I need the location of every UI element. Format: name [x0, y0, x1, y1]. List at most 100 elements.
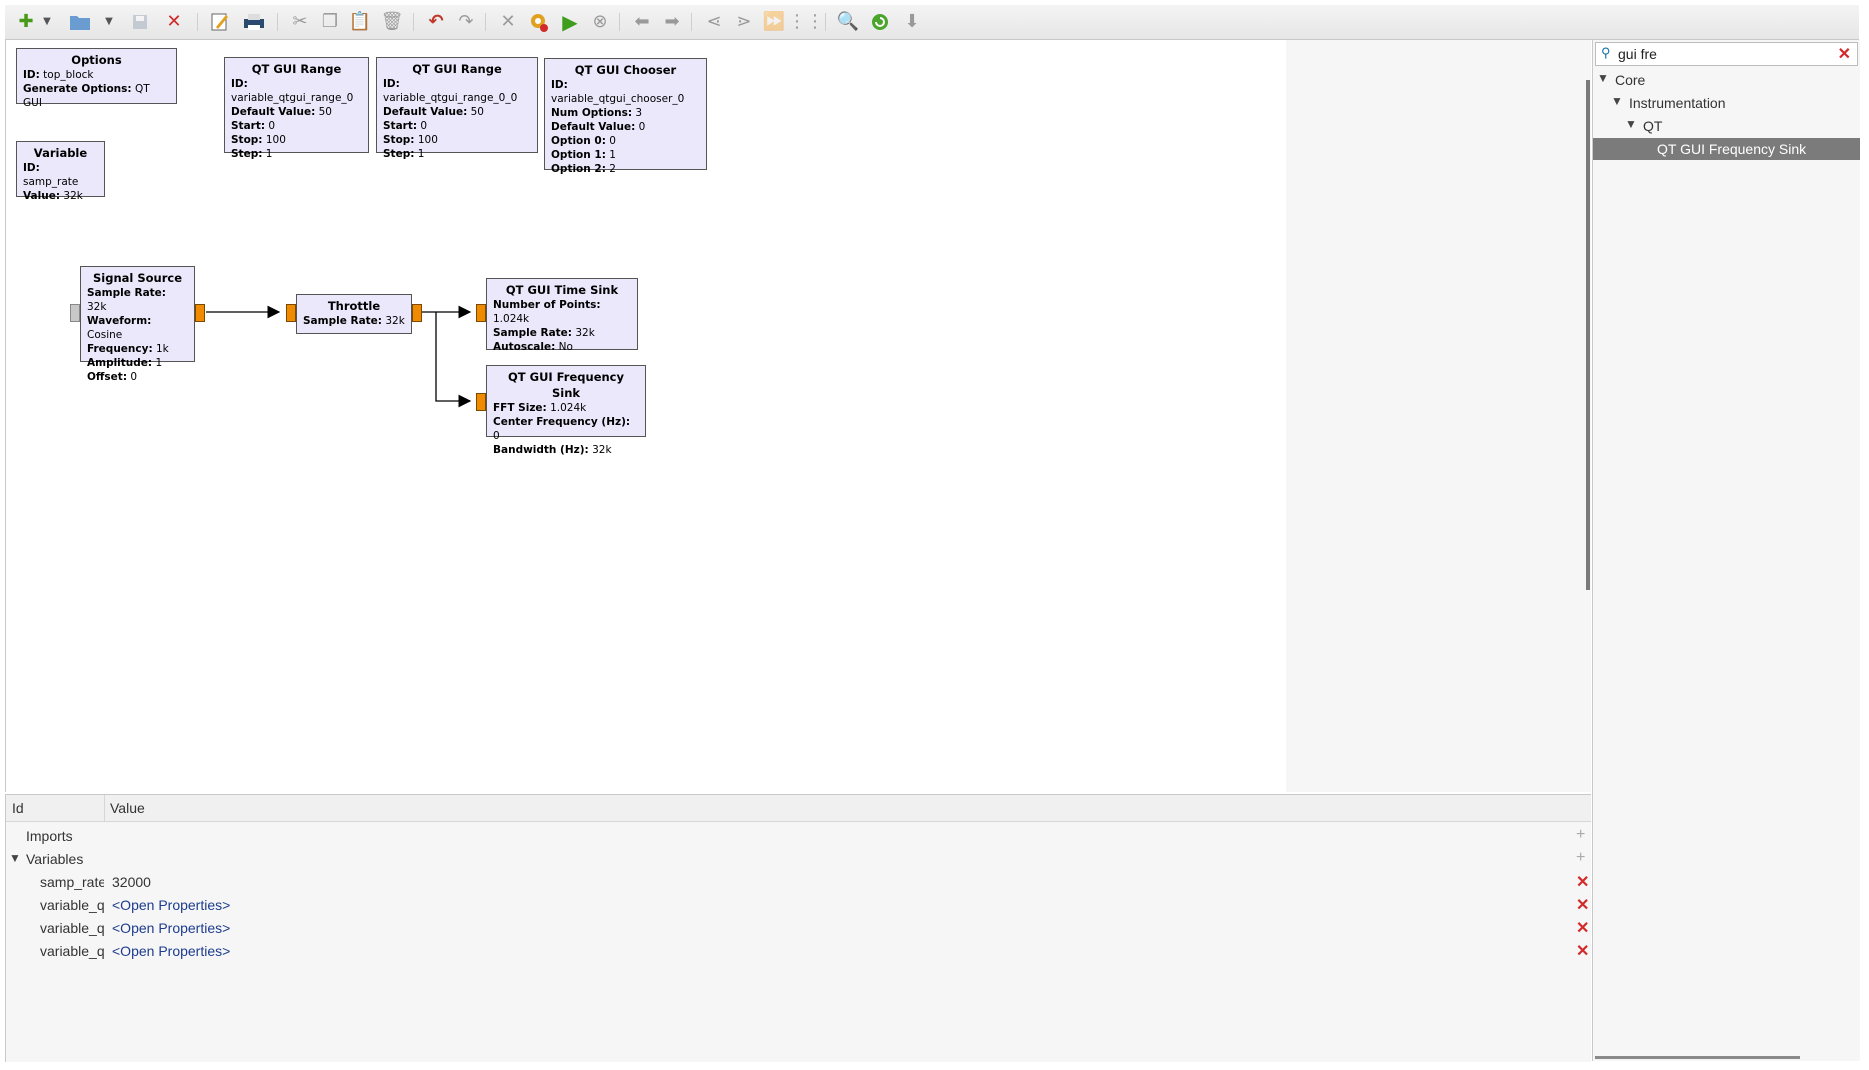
- library-search-input[interactable]: ⚲ gui fre ✕: [1595, 42, 1858, 66]
- block-param: Stop: 100: [231, 134, 286, 146]
- tree-item-instrumentation[interactable]: ▼ Instrumentation: [1593, 92, 1860, 114]
- tree-item-qt-gui-frequency-sink[interactable]: QT GUI Frequency Sink: [1593, 138, 1860, 160]
- block-param: Frequency: 1k: [87, 343, 169, 355]
- enable-icon[interactable]: ⋖: [703, 11, 725, 33]
- variables-panel: Id Value Imports + ▼ Variables + samp_ra…: [5, 794, 1591, 1062]
- block-param: Option 1: 1: [551, 149, 616, 161]
- remove-variable-icon[interactable]: ✕: [1576, 872, 1589, 892]
- expander-down-icon[interactable]: ▼: [1625, 117, 1637, 131]
- add-variable-icon[interactable]: +: [1576, 849, 1585, 867]
- variable-row[interactable]: variable_qtgui_chooser_0 <Open Propertie…: [6, 940, 1591, 962]
- block-title: QT GUI Range: [412, 62, 502, 76]
- signal-source-block[interactable]: Signal Source Sample Rate: 32k Waveform:…: [80, 266, 195, 383]
- cut-icon[interactable]: ✂: [289, 11, 311, 33]
- delete-icon[interactable]: 🗑: [381, 11, 404, 33]
- block-param: ID: samp_rate: [23, 162, 79, 188]
- throttle-block[interactable]: Throttle Sample Rate: 32k: [296, 294, 412, 334]
- open-properties-link[interactable]: <Open Properties>: [112, 943, 230, 959]
- grid-icon[interactable]: ⋮⋮: [788, 11, 824, 33]
- reload-icon[interactable]: [869, 11, 891, 33]
- undo-icon[interactable]: ↶: [425, 11, 447, 33]
- block-param: Sample Rate: 32k: [303, 315, 405, 327]
- variable-id: variable_qtgui_chooser_0: [40, 943, 104, 959]
- variable-id: samp_rate: [40, 874, 104, 890]
- imports-label: Imports: [26, 828, 73, 844]
- execute-icon[interactable]: ▶: [559, 11, 581, 33]
- library-scrollbar[interactable]: [1595, 1056, 1800, 1059]
- open-icon[interactable]: [69, 11, 91, 33]
- block-title: QT GUI Range: [251, 62, 342, 76]
- open-properties-link[interactable]: <Open Properties>: [112, 897, 230, 913]
- open-properties-link[interactable]: <Open Properties>: [112, 920, 230, 936]
- variables-row[interactable]: ▼ Variables +: [6, 848, 1591, 870]
- block-param: Option 0: 0: [551, 135, 616, 147]
- variable-block[interactable]: Variable ID: samp_rate Value: 32k: [16, 141, 105, 202]
- canvas-scrollbar[interactable]: [1586, 80, 1590, 590]
- variable-row[interactable]: samp_rate 32000 ✕: [6, 871, 1591, 893]
- clear-search-icon[interactable]: ✕: [1838, 44, 1851, 64]
- tree-item-qt[interactable]: ▼ QT: [1593, 115, 1860, 137]
- open-dropdown-icon[interactable]: ▼: [103, 11, 115, 33]
- rotate-left-icon[interactable]: ⬅: [631, 11, 653, 33]
- forward-icon[interactable]: ⏩: [763, 11, 785, 33]
- options-block[interactable]: Options ID: top_block Generate Options: …: [16, 48, 177, 109]
- tree-item-core[interactable]: ▼ Core: [1593, 69, 1860, 91]
- new-icon[interactable]: ✚: [15, 11, 37, 33]
- column-id-header[interactable]: Id: [12, 800, 24, 816]
- download-icon[interactable]: ⬇: [901, 11, 923, 33]
- block-param: Start: 0: [383, 120, 428, 132]
- add-import-icon[interactable]: +: [1576, 826, 1585, 844]
- expander-down-icon[interactable]: ▼: [9, 851, 21, 865]
- save-icon[interactable]: [129, 11, 151, 33]
- block-param: ID: variable_qtgui_chooser_0: [551, 79, 685, 105]
- variable-id: variable_qtgui_range_0: [40, 897, 104, 913]
- throttle-in-port[interactable]: [286, 304, 296, 322]
- qtgui-range-block[interactable]: QT GUI Range ID: variable_qtgui_range_0 …: [224, 57, 369, 160]
- rotate-right-icon[interactable]: ➡: [661, 11, 683, 33]
- block-param: Sample Rate: 32k: [493, 327, 595, 339]
- block-param: ID: top_block: [23, 69, 94, 81]
- variable-row[interactable]: variable_qtgui_range_0 <Open Properties>…: [6, 894, 1591, 916]
- variable-row[interactable]: variable_qtgui_range_0_0 <Open Propertie…: [6, 917, 1591, 939]
- properties-icon[interactable]: [209, 11, 231, 33]
- disable-icon[interactable]: ✕: [497, 11, 519, 33]
- generate-icon[interactable]: [527, 11, 549, 33]
- qtgui-range-block-2[interactable]: QT GUI Range ID: variable_qtgui_range_0_…: [376, 57, 538, 160]
- copy-icon[interactable]: ❐: [319, 11, 341, 33]
- kill-icon[interactable]: ⊗: [589, 11, 611, 33]
- remove-variable-icon[interactable]: ✕: [1576, 895, 1589, 915]
- tree-item-label: Core: [1615, 72, 1646, 88]
- signal-source-in-port[interactable]: [70, 304, 80, 322]
- search-value[interactable]: gui fre: [1618, 46, 1657, 62]
- paste-icon[interactable]: 📋: [349, 11, 371, 33]
- throttle-out-port[interactable]: [412, 304, 422, 322]
- print-icon[interactable]: [243, 11, 265, 33]
- time-sink-in-port[interactable]: [476, 304, 486, 322]
- variable-value[interactable]: 32000: [112, 874, 151, 890]
- flowgraph-canvas[interactable]: Options ID: top_block Generate Options: …: [5, 40, 1591, 792]
- signal-source-out-port[interactable]: [195, 304, 205, 322]
- remove-variable-icon[interactable]: ✕: [1576, 918, 1589, 938]
- block-library: ⚲ gui fre ✕ ▼ Core ▼ Instrumentation ▼ Q…: [1592, 40, 1860, 1061]
- block-title: QT GUI Time Sink: [505, 283, 619, 297]
- find-icon[interactable]: 🔍: [837, 11, 859, 33]
- freq-sink-in-port[interactable]: [476, 393, 486, 411]
- qtgui-time-sink-block[interactable]: QT GUI Time Sink Number of Points: 1.024…: [486, 278, 638, 353]
- block-param: Sample Rate: 32k: [87, 287, 166, 313]
- block-param: Bandwidth (Hz): 32k: [493, 444, 612, 456]
- expander-down-icon[interactable]: ▼: [1597, 71, 1609, 85]
- qtgui-chooser-block[interactable]: QT GUI Chooser ID: variable_qtgui_choose…: [544, 58, 707, 175]
- close-icon[interactable]: ✕: [163, 11, 185, 33]
- remove-variable-icon[interactable]: ✕: [1576, 941, 1589, 961]
- expander-down-icon[interactable]: ▼: [1611, 94, 1623, 108]
- column-value-header[interactable]: Value: [110, 800, 145, 816]
- canvas-margin: [1286, 40, 1591, 792]
- imports-row[interactable]: Imports +: [6, 825, 1591, 847]
- block-param: Waveform: Cosine: [87, 315, 152, 341]
- block-param: Stop: 100: [383, 134, 438, 146]
- block-title: Options: [71, 53, 122, 67]
- redo-icon[interactable]: ↷: [455, 11, 477, 33]
- new-dropdown-icon[interactable]: ▼: [41, 11, 53, 33]
- bypass-icon[interactable]: ⋗: [733, 11, 755, 33]
- qtgui-frequency-sink-block[interactable]: QT GUI Frequency Sink FFT Size: 1.024k C…: [486, 365, 646, 456]
